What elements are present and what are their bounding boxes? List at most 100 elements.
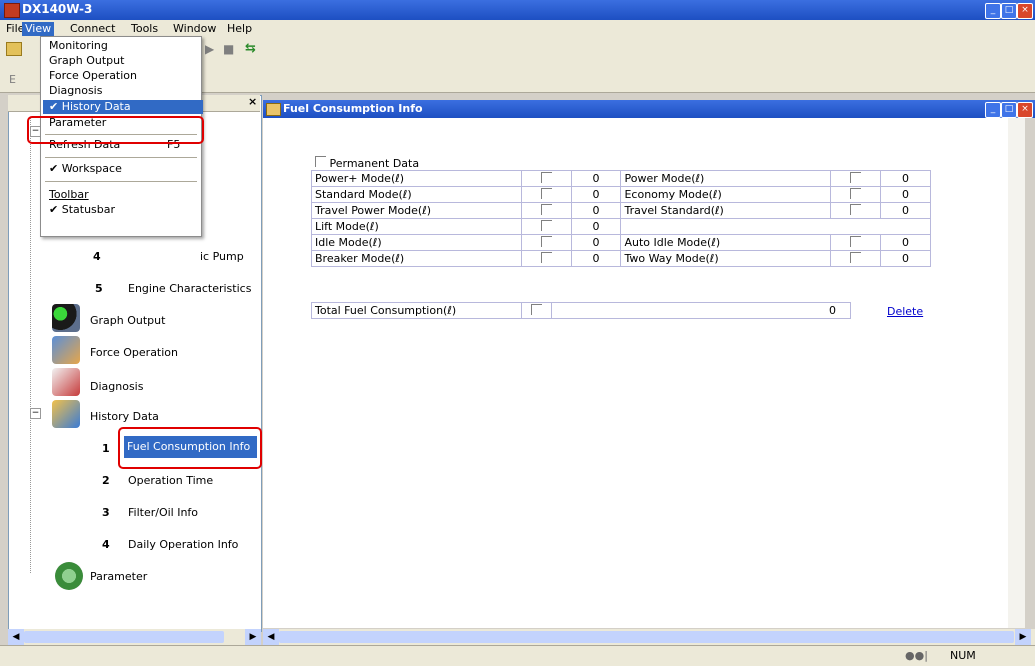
child-maximize-icon[interactable]: □ (1001, 102, 1017, 118)
tree-item-force-operation[interactable]: Force Operation (90, 346, 178, 359)
app-icon (4, 3, 20, 18)
menu-item-graph-output[interactable]: Graph Output (49, 54, 124, 68)
mode-value: 0 (570, 202, 622, 219)
status-num: NUM (950, 649, 976, 662)
menu-item-monitoring[interactable]: Monitoring (49, 39, 108, 53)
tree-item-daily-operation[interactable]: Daily Operation Info (128, 538, 238, 551)
mode-checkbox[interactable] (540, 251, 552, 263)
menu-connect[interactable]: Connect (67, 22, 118, 36)
mode-checkbox[interactable] (850, 203, 862, 215)
tree-item-engine-num: 5 (95, 282, 103, 295)
mode-label: Lift Mode(ℓ) (311, 218, 522, 235)
total-fuel-value: 0 (550, 302, 852, 319)
left-hscrollbar[interactable]: ◀ ▶ (8, 629, 261, 645)
mode-checkbox[interactable] (850, 235, 862, 247)
workspace-close-icon[interactable]: × (248, 95, 257, 108)
mode-value: 0 (880, 250, 931, 267)
main-hscrollbar[interactable]: ◀ ▶ (263, 629, 1035, 645)
close-icon[interactable]: × (1017, 3, 1033, 19)
permanent-data-checkbox-row[interactable]: Permanent Data (315, 156, 419, 170)
mode-value: 0 (880, 234, 931, 251)
diagnosis-icon (52, 368, 80, 396)
tree-item-filter-num: 3 (102, 506, 110, 519)
mode-value: 0 (570, 186, 622, 203)
table-row: Idle Mode(ℓ) 0 Auto Idle Mode(ℓ) 0 (311, 234, 931, 251)
status-bar: ●●| NUM (0, 645, 1035, 666)
tree-item-fuel-num: 1 (102, 442, 110, 455)
mode-checkbox[interactable] (540, 219, 552, 231)
mode-value: 0 (570, 234, 622, 251)
minimize-icon[interactable]: _ (985, 3, 1001, 19)
mode-checkbox[interactable] (850, 251, 862, 263)
force-operation-icon (52, 336, 80, 364)
menu-window[interactable]: Window (170, 22, 219, 36)
total-fuel-label: Total Fuel Consumption(ℓ) (311, 302, 522, 319)
mode-checkbox[interactable] (540, 187, 552, 199)
mode-value: 0 (880, 186, 931, 203)
tree-line (30, 118, 32, 573)
stop-icon[interactable]: ■ (223, 42, 234, 56)
menu-separator (45, 157, 197, 158)
delete-link[interactable]: Delete (887, 305, 923, 318)
tree-item-graph-output[interactable]: Graph Output (90, 314, 165, 327)
mode-value: 0 (880, 170, 931, 187)
menu-item-diagnosis[interactable]: Diagnosis (49, 84, 102, 98)
tree-item-pump[interactable]: ic Pump (200, 250, 244, 263)
tree-item-diagnosis[interactable]: Diagnosis (90, 380, 143, 393)
parameter-icon (55, 562, 83, 590)
total-fuel-checkbox[interactable] (530, 303, 542, 315)
mode-value: 0 (570, 250, 622, 267)
mode-value: 0 (570, 170, 622, 187)
tree-item-engine[interactable]: Engine Characteristics (128, 282, 251, 295)
play-icon[interactable]: ▶ (205, 42, 214, 56)
menu-item-force-operation[interactable]: Force Operation (49, 69, 137, 83)
collapse-history-icon[interactable]: − (30, 408, 41, 419)
mode-value: 0 (880, 202, 931, 219)
open-folder-icon[interactable] (6, 42, 22, 56)
graph-output-icon (52, 304, 80, 332)
right-vscrollbar[interactable] (1008, 118, 1025, 628)
menu-item-workspace[interactable]: ✔ Workspace (49, 162, 122, 176)
callout-history-data (27, 116, 204, 144)
callout-fuel-consumption (118, 427, 262, 469)
mode-checkbox[interactable] (540, 171, 552, 183)
connect-arrows-icon[interactable]: ⇆ (245, 41, 256, 56)
menu-view[interactable]: View (22, 22, 55, 36)
mode-checkbox[interactable] (850, 171, 862, 183)
scroll-thumb[interactable] (24, 631, 224, 643)
status-indicator-icon: ●●| (905, 649, 928, 662)
mode-checkbox[interactable] (850, 187, 862, 199)
tree-item-operation-time[interactable]: Operation Time (128, 474, 213, 487)
main-scroll-left-icon[interactable]: ◀ (263, 629, 279, 645)
scroll-right-icon[interactable]: ▶ (245, 629, 261, 645)
mode-value: 0 (570, 218, 622, 235)
child-window-titlebar: Fuel Consumption Info _ □ × (263, 100, 1035, 118)
menu-help[interactable]: Help (224, 22, 255, 36)
mode-label: Power Mode(ℓ) (620, 170, 832, 187)
mode-label: Two Way Mode(ℓ) (620, 250, 832, 267)
main-scroll-right-icon[interactable]: ▶ (1015, 629, 1031, 645)
child-window-icon (266, 103, 281, 116)
mode-label: Auto Idle Mode(ℓ) (620, 234, 832, 251)
tree-item-parameter[interactable]: Parameter (90, 570, 147, 583)
menu-item-toolbar[interactable]: Toolbar (49, 188, 89, 202)
maximize-icon[interactable]: □ (1001, 3, 1017, 19)
menu-tools[interactable]: Tools (128, 22, 161, 36)
menu-item-history-data[interactable]: ✔ History Data (43, 100, 203, 114)
mode-label: Economy Mode(ℓ) (620, 186, 832, 203)
history-data-icon (52, 400, 80, 428)
main-scroll-thumb[interactable] (279, 631, 1014, 643)
window-title: DX140W-3 (22, 2, 93, 16)
tree-item-filter-oil[interactable]: Filter/Oil Info (128, 506, 198, 519)
tree-item-history-data[interactable]: History Data (90, 410, 159, 423)
menu-item-statusbar[interactable]: ✔ Statusbar (49, 203, 115, 217)
permanent-data-label: Permanent Data (329, 157, 420, 170)
mode-checkbox[interactable] (540, 235, 552, 247)
mode-checkbox[interactable] (540, 203, 552, 215)
table-row: Lift Mode(ℓ) 0 (311, 218, 931, 235)
scroll-left-icon[interactable]: ◀ (8, 629, 24, 645)
child-minimize-icon[interactable]: _ (985, 102, 1001, 118)
permanent-data-checkbox[interactable] (315, 156, 326, 167)
child-close-icon[interactable]: × (1017, 102, 1033, 118)
tree-item-pump-num: 4 (93, 250, 101, 263)
